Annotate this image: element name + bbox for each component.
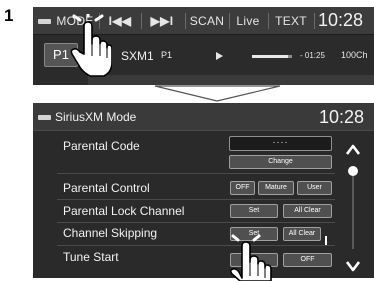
clock: 10:28 — [319, 107, 365, 127]
elapsed-time: - 01:25 — [300, 51, 325, 60]
scroll-thumb[interactable] — [348, 166, 358, 176]
screen-header: SiriusXM Mode 10:28 — [33, 103, 374, 131]
row-divider — [57, 173, 335, 174]
parental-control-off-button[interactable]: OFF — [230, 181, 255, 195]
screen-title: SiriusXM Mode — [55, 110, 137, 124]
info-strip — [88, 75, 374, 85]
tune-start-off-button[interactable]: OFF — [283, 253, 332, 267]
separator — [141, 13, 142, 29]
source-icon — [38, 115, 51, 120]
more-info-icon — [325, 236, 327, 245]
parental-lock-channel-label: Parental Lock Channel — [63, 204, 185, 218]
step-number: 1 — [4, 6, 14, 25]
separator — [268, 13, 269, 29]
tap-hand-icon — [70, 14, 112, 77]
clock: 10:28 — [318, 10, 364, 30]
text-button[interactable]: TEXT — [272, 11, 310, 31]
tap-hand-icon — [229, 234, 272, 281]
tune-start-label: Tune Start — [63, 250, 119, 264]
live-button[interactable]: Live — [233, 11, 263, 31]
separator — [229, 13, 230, 29]
channel-skipping-all-clear-button[interactable]: All Clear — [283, 227, 321, 241]
row-divider — [57, 199, 335, 200]
siriusxm-mode-screen: SiriusXM Mode 10:28 Parental Code ···· C… — [33, 103, 374, 278]
parental-code-label: Parental Code — [63, 139, 140, 153]
scan-button[interactable]: SCAN — [189, 11, 225, 31]
parental-control-mature-button[interactable]: Mature — [258, 181, 294, 195]
channel-preset: P1 — [161, 50, 173, 60]
parental-code-display: ···· — [229, 136, 332, 151]
row-divider — [57, 222, 335, 223]
next-track-button[interactable]: ▶▶I — [145, 11, 179, 31]
change-code-button[interactable]: Change — [229, 155, 332, 169]
channel-skipping-label: Channel Skipping — [63, 226, 158, 240]
row-divider — [57, 245, 335, 246]
parental-control-user-button[interactable]: User — [297, 181, 332, 195]
parental-lock-set-button[interactable]: Set — [230, 204, 278, 218]
scroll-down-icon[interactable] — [346, 259, 360, 273]
scroll-bar — [340, 133, 370, 278]
parental-lock-all-clear-button[interactable]: All Clear — [283, 204, 332, 218]
parental-control-label: Parental Control — [63, 181, 150, 195]
progress-fill — [252, 55, 288, 58]
channel-name: SXM1 — [121, 49, 154, 63]
separator — [185, 13, 186, 29]
separator — [314, 13, 315, 29]
channel-number: 100Ch — [341, 50, 368, 60]
scroll-track[interactable] — [352, 167, 354, 249]
scroll-up-icon[interactable] — [346, 143, 360, 157]
progress-bar — [252, 55, 292, 58]
play-icon — [216, 52, 223, 60]
source-icon — [38, 19, 51, 24]
